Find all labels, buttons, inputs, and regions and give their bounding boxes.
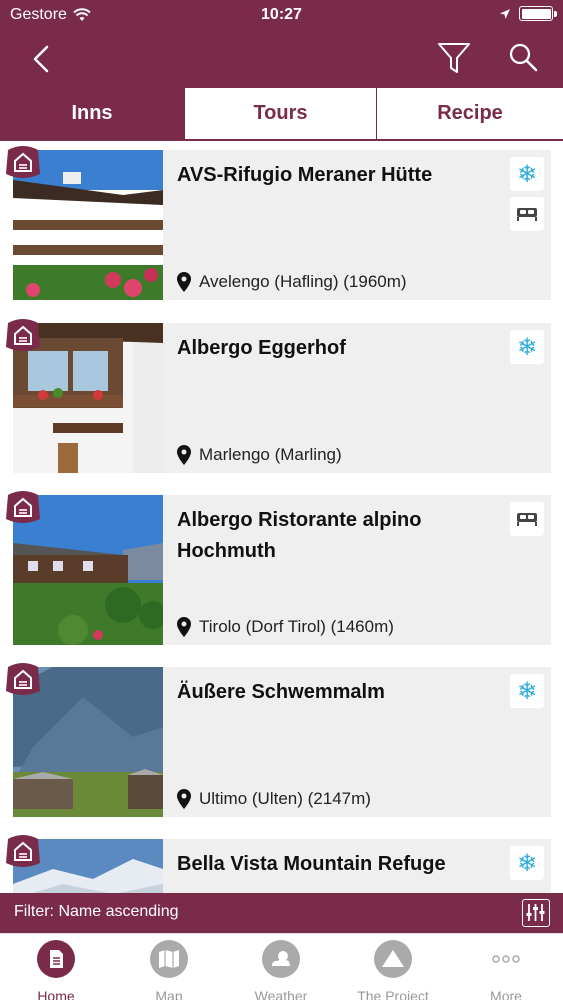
house-badge-icon	[6, 491, 40, 523]
weather-icon	[262, 940, 300, 978]
feature-badge: ❄	[510, 846, 544, 880]
tab-tours[interactable]: Tours	[185, 88, 377, 139]
more-icon	[492, 955, 520, 963]
inn-location: Marlengo (Marling)	[177, 445, 342, 465]
snowflake-icon: ❄	[516, 160, 538, 188]
bottom-tab-bar: Home Map Weather The Project More	[0, 933, 563, 1000]
sliders-icon	[526, 904, 545, 921]
feature-badge: ❄	[510, 674, 544, 708]
category-tabs: Inns Tours Recipe	[0, 88, 563, 141]
feature-badge	[510, 197, 544, 231]
inn-card[interactable]: Albergo Eggerhof ❄ Marlengo (Marling)	[6, 319, 551, 473]
inn-name: Äußere Schwemmalm	[177, 681, 385, 703]
tab-home[interactable]: Home	[0, 940, 112, 1000]
location-pin-icon	[177, 789, 191, 809]
battery-icon	[519, 6, 557, 21]
tab-recipe[interactable]: Recipe	[377, 88, 563, 139]
bed-icon	[517, 513, 537, 526]
status-right	[499, 6, 557, 21]
status-bar: Gestore 10:27	[0, 0, 563, 30]
snowflake-icon: ❄	[516, 677, 538, 705]
tab-the-project[interactable]: The Project	[337, 940, 449, 1000]
filter-icon[interactable]	[436, 40, 472, 76]
mountain-icon	[374, 940, 412, 978]
status-time: 10:27	[261, 6, 302, 23]
map-icon	[150, 940, 188, 978]
inn-card[interactable]: Albergo Ristorante alpino Hochmuth Tirol…	[6, 491, 551, 645]
snowflake-icon: ❄	[516, 333, 538, 361]
inn-name: Albergo Eggerhof	[177, 337, 346, 359]
tab-map[interactable]: Map	[113, 940, 225, 1000]
house-badge-icon	[6, 835, 40, 867]
house-badge-icon	[6, 663, 40, 695]
document-icon	[37, 940, 75, 978]
inn-card[interactable]: AVS-Rifugio Meraner Hütte ❄ Avelengo (Ha…	[6, 146, 551, 300]
inn-name: Albergo Ristorante alpino Hochmuth	[177, 509, 422, 562]
house-badge-icon	[6, 319, 40, 351]
house-badge-icon	[6, 146, 40, 178]
search-icon[interactable]	[506, 40, 540, 74]
inn-location: Tirolo (Dorf Tirol) (1460m)	[177, 617, 394, 637]
feature-badge: ❄	[510, 330, 544, 364]
feature-badge: ❄	[510, 157, 544, 191]
location-arrow-icon	[500, 8, 510, 19]
snowflake-icon: ❄	[516, 849, 538, 877]
location-pin-icon	[177, 272, 191, 292]
inn-card[interactable]: Bella Vista Mountain Refuge ❄	[6, 835, 551, 893]
feature-badge	[510, 502, 544, 536]
bed-icon	[517, 208, 537, 221]
location-pin-icon	[177, 445, 191, 465]
inn-card[interactable]: Äußere Schwemmalm ❄ Ultimo (Ulten) (2147…	[6, 663, 551, 817]
inn-location: Avelengo (Hafling) (1960m)	[177, 272, 407, 292]
back-icon[interactable]	[26, 42, 60, 76]
filter-status: Filter: Name ascending	[14, 903, 179, 920]
tab-more[interactable]: More	[450, 940, 562, 1000]
location-pin-icon	[177, 617, 191, 637]
tab-weather[interactable]: Weather	[225, 940, 337, 1000]
filter-settings-button[interactable]	[522, 899, 550, 927]
inn-list[interactable]: AVS-Rifugio Meraner Hütte ❄ Avelengo (Ha…	[0, 141, 563, 893]
inn-location: Ultimo (Ulten) (2147m)	[177, 789, 371, 809]
tab-inns[interactable]: Inns	[0, 88, 185, 139]
inn-name: AVS-Rifugio Meraner Hütte	[177, 164, 433, 186]
nav-bar	[0, 30, 563, 88]
inn-name: Bella Vista Mountain Refuge	[177, 853, 446, 875]
filter-bar: Filter: Name ascending	[0, 893, 563, 933]
